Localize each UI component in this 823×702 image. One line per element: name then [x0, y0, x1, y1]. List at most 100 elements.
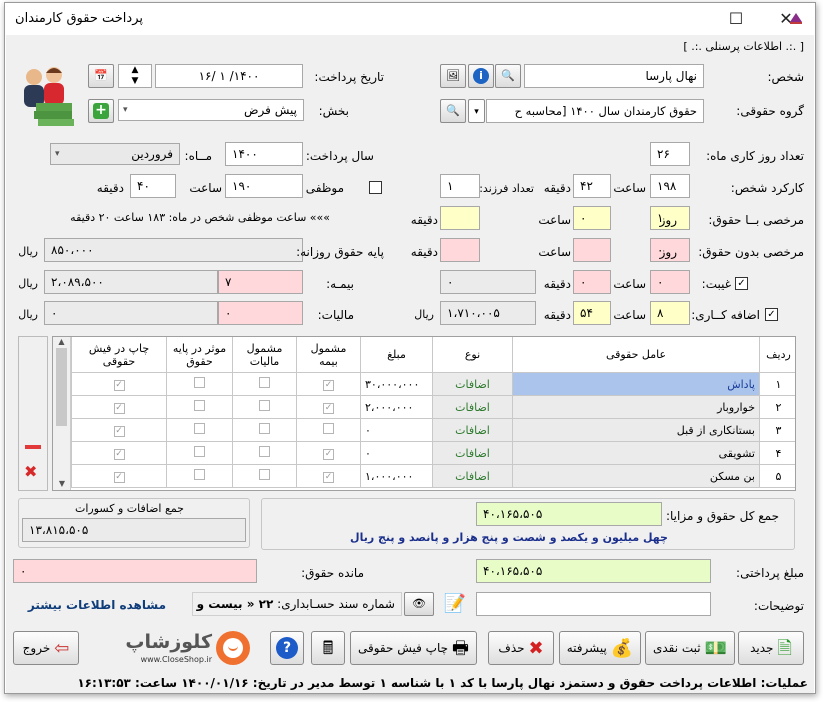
absence-minutes-input[interactable]: ۰ [573, 270, 611, 294]
description-input[interactable] [476, 592, 711, 616]
person-input[interactable]: نهال پارسا [524, 64, 704, 88]
table-row[interactable]: ۲ خواروبار اضافات ۲،۰۰۰،۰۰۰ ✓ ✓ [71, 395, 795, 419]
mandatory-hours-input[interactable]: ۱۹۰ [225, 174, 303, 198]
exit-button[interactable]: ⇦خروج [13, 631, 79, 665]
table-row[interactable]: ۱ پاداش اضافات ۳۰،۰۰۰،۰۰۰ ✓ ✓ [71, 372, 795, 396]
col-tax: مشمول مالیات [232, 337, 297, 373]
insurance-checkbox[interactable]: ✓ [323, 403, 334, 414]
absence-hours-input[interactable]: ۰ [650, 270, 690, 294]
tax-checkbox[interactable] [259, 377, 270, 388]
section-select[interactable]: پیش فرض ▾ [118, 99, 304, 121]
scroll-thumb[interactable] [56, 348, 67, 426]
insurance-checkbox[interactable]: ✓ [323, 449, 334, 460]
scroll-down-icon[interactable]: ▼ [53, 479, 71, 488]
help-button[interactable]: ? [270, 631, 304, 665]
mandatory-minutes-input[interactable]: ۴۰ [130, 174, 176, 198]
notes-icon[interactable]: 📝 [440, 592, 470, 616]
window-title: پرداخت حقوق کارمندان [15, 11, 143, 26]
person-photo-button[interactable]: 🖼 [440, 64, 466, 88]
total-input: ۴۰،۱۶۵،۵۰۵ [476, 502, 662, 526]
paid-leave-hours-input[interactable]: ۰ [573, 206, 611, 230]
print-payslip-button[interactable]: 🖶چاپ فیش حقوقی [350, 631, 477, 665]
insurance-percent-input[interactable]: ۷ [218, 270, 303, 294]
overtime-hours-input[interactable]: ۸ [650, 301, 690, 325]
info-button[interactable]: i [468, 64, 494, 88]
overtime-minutes-input[interactable]: ۵۴ [573, 301, 611, 325]
salary-group-select[interactable]: حقوق کارمندان سال ۱۴۰۰ [محاسبه ح [486, 99, 704, 123]
add-section-button[interactable]: + [88, 99, 114, 123]
factor-cell[interactable]: بن مسکن [512, 464, 760, 488]
paid-input[interactable]: ۴۰،۱۶۵،۵۰۵ [476, 559, 711, 583]
advanced-button[interactable]: 💰پیشرفته [559, 631, 641, 665]
print-checkbox[interactable]: ✓ [113, 426, 125, 437]
base-checkbox[interactable] [194, 400, 205, 411]
print-checkbox[interactable]: ✓ [113, 449, 125, 460]
performance-hours-input[interactable]: ۱۹۸ [650, 174, 690, 198]
amount-cell[interactable]: ۳۰،۰۰۰،۰۰۰ [360, 372, 433, 396]
amount-cell[interactable]: ۱،۰۰۰،۰۰۰ [360, 464, 433, 488]
tax-checkbox[interactable] [259, 446, 270, 457]
table-row[interactable]: ۳ بستانکاری از قبل اضافات ۰ ✓ [71, 418, 795, 442]
search-salary-group-button[interactable]: 🔍 [440, 99, 466, 123]
print-checkbox[interactable]: ✓ [113, 403, 125, 414]
insurance-checkbox[interactable]: ✓ [323, 380, 334, 391]
children-input[interactable]: ۱ [440, 174, 480, 198]
performance-minutes-input[interactable]: ۴۲ [573, 174, 611, 198]
payment-date-input[interactable]: ۱۴۰۰/ ۱ /۱۶ [155, 64, 303, 88]
search-person-button[interactable]: 🔍 [495, 64, 521, 88]
delete-button[interactable]: ✖حذف [488, 631, 554, 665]
amount-cell[interactable]: ۰ [360, 441, 433, 465]
insurance-checkbox[interactable] [323, 423, 334, 434]
unpaid-leave-hours-input[interactable] [573, 238, 611, 262]
table-row[interactable]: ۵ بن مسکن اضافات ۱،۰۰۰،۰۰۰ ✓ ✓ [71, 464, 795, 488]
base-checkbox[interactable] [194, 377, 205, 388]
table-side-panel: ✖ [18, 336, 48, 491]
pay-year-input[interactable]: ۱۴۰۰ [225, 142, 303, 166]
table-scrollbar[interactable]: ▲ ▼ [53, 337, 71, 490]
maximize-button[interactable]: ☐ [719, 7, 753, 31]
calculator-button[interactable]: 🖩 [311, 631, 345, 665]
factor-cell[interactable]: پاداش [512, 372, 760, 396]
tax-checkbox[interactable] [259, 423, 270, 434]
delete-row-icon[interactable]: ✖ [24, 462, 37, 481]
print-checkbox[interactable]: ✓ [113, 472, 125, 483]
tax-checkbox[interactable] [259, 469, 270, 480]
date-spinner[interactable]: ▲ ▼ [118, 64, 152, 88]
new-button[interactable]: 🗎جدید [738, 631, 804, 665]
more-info-link[interactable]: مشاهده اطلاعات بیشتر [28, 598, 166, 612]
tax-checkbox[interactable] [259, 400, 270, 411]
overtime-checkbox[interactable]: ✓ [765, 308, 778, 321]
absence-checkbox[interactable]: ✓ [735, 277, 748, 290]
factor-cell[interactable]: خواروبار [512, 395, 760, 419]
view-voucher-button[interactable]: 👁 [404, 592, 434, 616]
factor-cell[interactable]: تشویقی [512, 441, 760, 465]
remove-row-icon[interactable] [25, 445, 41, 449]
salary-group-dropdown-button[interactable]: ▾ [468, 99, 485, 123]
base-checkbox[interactable] [194, 446, 205, 457]
tax-amount-input: ۰ [44, 301, 218, 325]
table-row[interactable]: ۴ تشویقی اضافات ۰ ✓ ✓ [71, 441, 795, 465]
mandatory-minutes-unit: دقیقه [96, 181, 124, 195]
overtime-hours-unit: ساعت [613, 308, 646, 322]
close-button[interactable]: ✕ [769, 7, 803, 31]
calendar-button[interactable]: 📅 [88, 64, 114, 88]
month-select[interactable]: فروردین ▾ [50, 143, 180, 165]
work-days-input[interactable]: ۲۶ [650, 142, 690, 166]
unpaid-leave-minutes-input[interactable] [440, 238, 480, 262]
advanced-button-label: پیشرفته [566, 641, 607, 655]
base-cell [166, 464, 233, 488]
cash-button[interactable]: 💵ثبت نقدی [645, 631, 735, 665]
scroll-up-icon[interactable]: ▲ [53, 337, 70, 346]
paid-leave-minutes-input[interactable] [440, 206, 480, 230]
print-checkbox[interactable]: ✓ [113, 380, 125, 391]
daily-base-input[interactable]: ۸۵۰،۰۰۰ [44, 238, 303, 262]
base-checkbox[interactable] [194, 469, 205, 480]
amount-cell[interactable]: ۰ [360, 418, 433, 442]
amount-cell[interactable]: ۲،۰۰۰،۰۰۰ [360, 395, 433, 419]
insurance-checkbox[interactable]: ✓ [323, 472, 334, 483]
base-checkbox[interactable] [194, 423, 205, 434]
tax-percent-input[interactable]: ۰ [218, 301, 303, 325]
mandatory-checkbox[interactable] [369, 181, 382, 194]
factor-cell[interactable]: بستانکاری از قبل [512, 418, 760, 442]
absence-hours-unit: ساعت [613, 277, 646, 291]
